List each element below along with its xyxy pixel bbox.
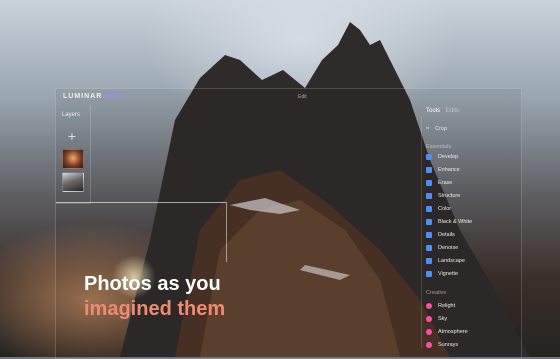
tool-label: Develop (438, 154, 459, 160)
tool-label: Details (438, 232, 455, 238)
tool-label: Sky (438, 316, 448, 322)
tool-vignette[interactable]: Vignette (426, 271, 458, 281)
plus-icon[interactable]: + (65, 129, 79, 143)
crop-label: Crop (435, 126, 448, 132)
layers-title: Layers (62, 112, 81, 118)
tool-label: Relight (438, 303, 456, 309)
hero-headline: Photos as you imagined them (84, 272, 225, 322)
tool-label: Enhance (438, 167, 460, 173)
tool-black-white[interactable]: Black & White (426, 219, 472, 229)
creative-label: Creative (426, 290, 447, 296)
tool-landscape[interactable]: Landscape (426, 258, 465, 268)
tool-label: Structure (438, 193, 461, 199)
atmosphere-icon (426, 329, 432, 335)
tool-label: Landscape (438, 258, 465, 264)
color-icon (426, 206, 432, 212)
tools-panel: Tools Edits ⌗ Crop Essentials Develop Enh… (421, 100, 517, 354)
guide-vertical (226, 202, 227, 262)
panel-divider (421, 116, 422, 348)
hero-line-1: Photos as you (84, 273, 221, 295)
tool-develop[interactable]: Develop (426, 154, 458, 164)
tool-color[interactable]: Color (426, 206, 451, 216)
tool-label: Erase (438, 180, 453, 186)
erase-icon (426, 180, 432, 186)
tool-label: Vignette (438, 271, 459, 277)
crop-tool[interactable]: ⌗ Crop (426, 126, 447, 133)
tool-erase[interactable]: Erase (426, 180, 452, 190)
vignette-icon (426, 271, 432, 277)
tool-relight[interactable]: Relight (426, 303, 455, 313)
essentials-label: Essentials (426, 144, 452, 150)
guide-horizontal (56, 202, 226, 203)
tool-label: Atmosphere (438, 329, 468, 335)
crop-icon: ⌗ (426, 126, 430, 132)
tool-atmosphere[interactable]: Atmosphere (426, 329, 468, 339)
layer-thumbnail[interactable] (62, 172, 84, 192)
tool-details[interactable]: Details (426, 232, 455, 242)
brand-name: LUMINAR (63, 93, 103, 100)
tool-sky[interactable]: Sky (426, 316, 447, 326)
sky-icon (426, 316, 432, 322)
enhance-icon (426, 167, 432, 173)
relight-icon (426, 303, 432, 309)
tab-tools[interactable]: Tools (426, 108, 440, 114)
hero-line-2: imagined them (84, 298, 226, 320)
tool-structure[interactable]: Structure (426, 193, 460, 203)
layers-panel: Layers + (56, 105, 91, 204)
sunrays-icon (426, 342, 432, 348)
tool-label: Color (438, 206, 452, 212)
layer-thumbnail[interactable] (62, 149, 84, 169)
tool-denoise[interactable]: Denoise (426, 245, 458, 255)
denoise-icon (426, 245, 432, 251)
tool-label: Sunrays (438, 342, 459, 348)
landscape-icon (426, 258, 432, 264)
brand-suffix: NEO (104, 93, 123, 100)
structure-icon (426, 193, 432, 199)
tool-sunrays[interactable]: Sunrays (426, 342, 458, 352)
tab-edits[interactable]: Edits (446, 108, 459, 114)
black-white-icon (426, 219, 432, 225)
tool-enhance[interactable]: Enhance (426, 167, 460, 177)
panel-tabs: Tools Edits (426, 108, 463, 114)
tool-label: Denoise (438, 245, 459, 251)
mode-label: Edit (298, 94, 307, 100)
tool-label: Black & White (438, 219, 473, 225)
app-logo: LUMINAR NEO (63, 93, 122, 100)
develop-icon (426, 154, 432, 160)
details-icon (426, 232, 432, 238)
